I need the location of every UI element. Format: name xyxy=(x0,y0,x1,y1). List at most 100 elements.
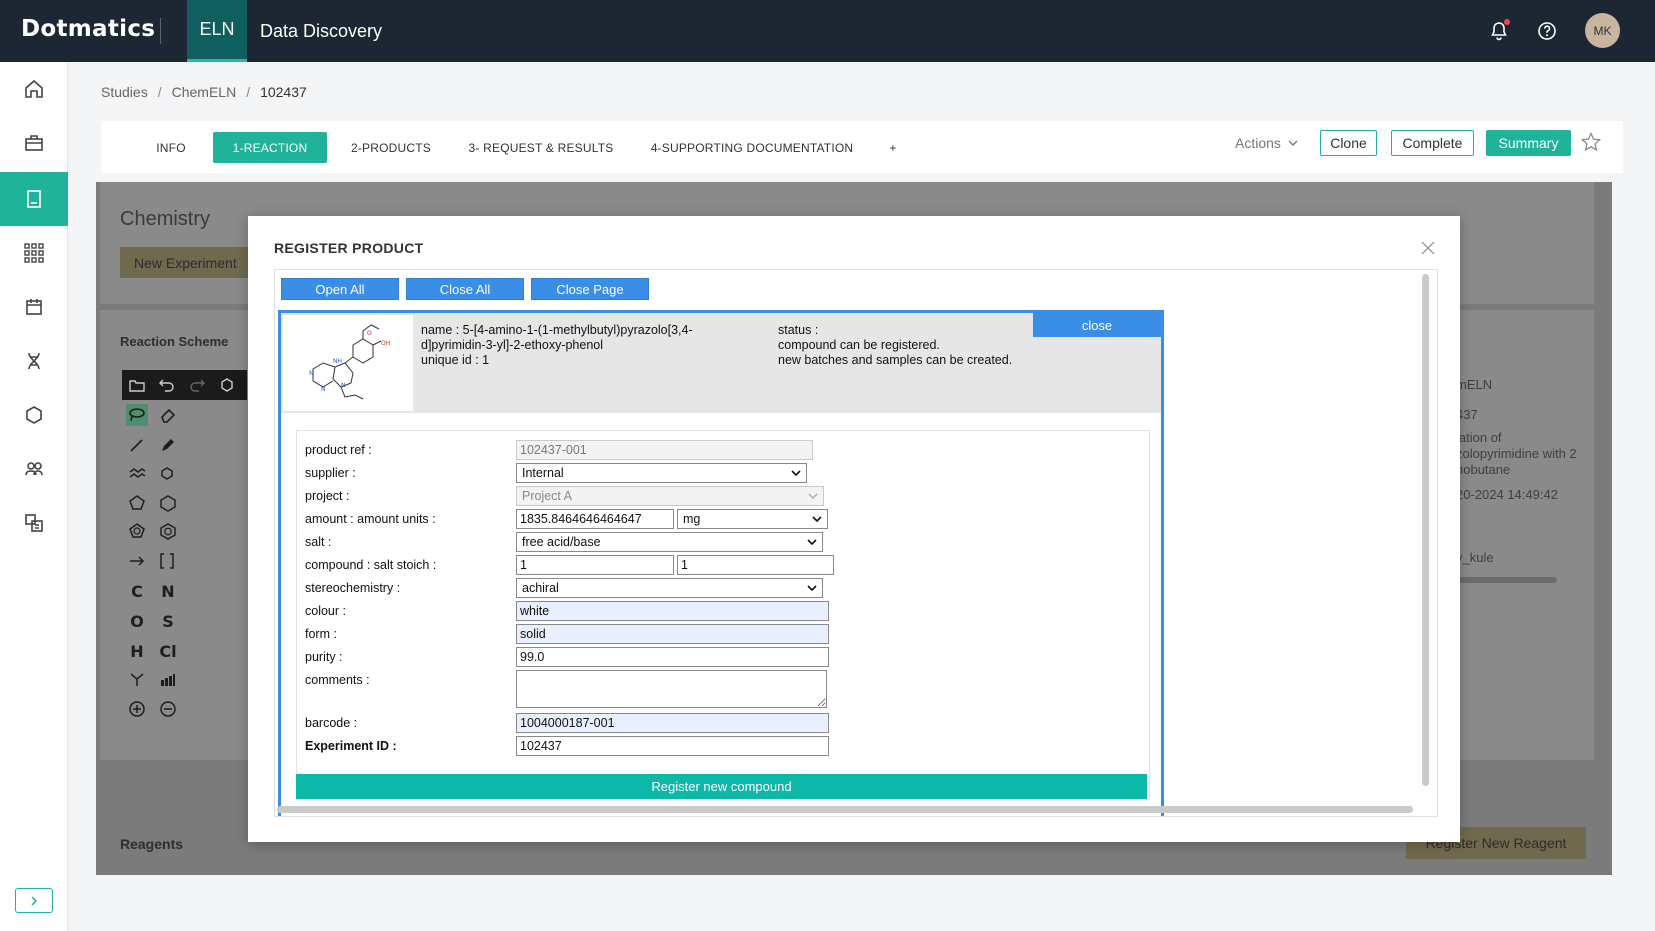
tab-info[interactable]: INFO xyxy=(151,132,191,163)
people-icon[interactable] xyxy=(0,442,68,496)
salt-select[interactable]: free acid/base xyxy=(516,532,823,552)
amount-units-select[interactable]: mg xyxy=(677,509,828,529)
form-row-form: form : xyxy=(297,624,1151,646)
tab-eln[interactable]: ELN xyxy=(187,0,247,62)
tab-request-results[interactable]: 3- REQUEST & RESULTS xyxy=(463,132,619,163)
atom-n-tool[interactable]: N xyxy=(157,580,179,602)
product-ref-input[interactable] xyxy=(516,440,813,460)
colour-input[interactable] xyxy=(516,601,829,621)
compound-stoich-input[interactable] xyxy=(516,555,674,575)
tab-data-discovery[interactable]: Data Discovery xyxy=(260,0,382,62)
tab-products[interactable]: 2-PRODUCTS xyxy=(343,132,439,163)
sketcher-tools: C N O S H Cl xyxy=(122,400,247,740)
chain-icon[interactable] xyxy=(126,462,148,484)
product-ref-label: product ref : xyxy=(305,443,372,457)
favorite-star-icon[interactable] xyxy=(1580,131,1602,158)
chevron-down-icon xyxy=(807,539,817,546)
vertical-scrollbar[interactable] xyxy=(1422,274,1429,786)
form-row-stoich: compound : salt stoich : xyxy=(297,555,1151,577)
tab-supporting-documentation[interactable]: 4-SUPPORTING DOCUMENTATION xyxy=(641,132,863,163)
redo-icon[interactable] xyxy=(186,374,208,396)
periodic-table-icon[interactable] xyxy=(157,668,179,690)
form-label: form : xyxy=(305,627,337,641)
open-all-button[interactable]: Open All xyxy=(281,278,399,300)
summary-button[interactable]: Summary xyxy=(1486,130,1571,156)
product-name-line2: d]pyrimidin-3-yl]-2-ethoxy-phenol xyxy=(421,338,604,352)
clean-structure-icon[interactable] xyxy=(216,374,238,396)
eraser-icon[interactable] xyxy=(157,404,179,426)
purity-input[interactable] xyxy=(516,647,829,667)
side-info-line: y_kule xyxy=(1456,550,1494,565)
breadcrumb-chemeln[interactable]: ChemELN xyxy=(172,84,237,100)
structure-thumbnail[interactable]: NH OH O N N N xyxy=(283,315,413,411)
bracket-icon[interactable] xyxy=(157,550,179,572)
notebook-icon[interactable] xyxy=(0,172,68,226)
grid-icon[interactable] xyxy=(0,226,68,280)
supplier-label: supplier : xyxy=(305,466,356,480)
aromatic-pentagon-icon[interactable] xyxy=(126,520,148,542)
zoom-out-icon[interactable] xyxy=(157,698,179,720)
tab-reaction[interactable]: 1-REACTION xyxy=(213,132,327,163)
horizontal-scrollbar[interactable] xyxy=(277,806,1413,813)
calendar-icon[interactable] xyxy=(0,280,68,334)
breadcrumb-separator: / xyxy=(246,84,251,100)
notification-dot xyxy=(1504,19,1510,25)
product-form: product ref : supplier : Internal projec… xyxy=(296,430,1150,800)
pentagon-icon[interactable] xyxy=(126,492,148,514)
add-tab-button[interactable]: + xyxy=(883,132,903,163)
r-group-icon[interactable] xyxy=(126,668,148,690)
benzene-icon[interactable] xyxy=(157,520,179,542)
actions-dropdown[interactable]: Actions xyxy=(1235,135,1299,151)
atom-c-tool[interactable]: C xyxy=(126,580,148,602)
clone-button[interactable]: Clone xyxy=(1320,130,1377,156)
new-experiment-button[interactable]: New Experiment xyxy=(120,247,260,278)
home-icon[interactable] xyxy=(0,62,68,116)
user-avatar[interactable]: MK xyxy=(1585,13,1620,48)
atom-s-tool[interactable]: S xyxy=(157,610,179,632)
side-scrollbar[interactable] xyxy=(1457,577,1557,583)
close-product-button[interactable]: close xyxy=(1033,313,1161,337)
breadcrumb-studies[interactable]: Studies xyxy=(101,84,148,100)
dotmatics-logo[interactable]: Dotmatics xyxy=(21,16,155,42)
barcode-input[interactable] xyxy=(516,713,829,733)
hexagon-icon[interactable] xyxy=(157,492,179,514)
dna-icon[interactable] xyxy=(0,334,68,388)
zoom-in-icon[interactable] xyxy=(126,698,148,720)
single-bond-icon[interactable] xyxy=(126,434,148,456)
product-status: status : compound can be registered. new… xyxy=(778,323,1012,368)
close-all-button[interactable]: Close All xyxy=(406,278,524,300)
project-label: project : xyxy=(305,489,350,503)
stereochemistry-select[interactable]: achiral xyxy=(516,578,823,598)
undo-icon[interactable] xyxy=(156,374,178,396)
expand-sidebar-button[interactable] xyxy=(15,888,53,913)
reaction-arrow-icon[interactable] xyxy=(126,550,148,572)
molecule-icon[interactable] xyxy=(0,388,68,442)
close-page-button[interactable]: Close Page xyxy=(531,278,649,300)
atom-cl-tool[interactable]: Cl xyxy=(157,640,179,662)
complete-button[interactable]: Complete xyxy=(1391,130,1474,156)
form-row-supplier: supplier : Internal xyxy=(297,463,1151,485)
help-icon[interactable] xyxy=(1534,18,1560,44)
register-new-compound-button[interactable]: Register new compound xyxy=(296,774,1147,799)
experiment-id-input[interactable] xyxy=(516,736,829,756)
form-input[interactable] xyxy=(516,624,829,644)
stereochemistry-label: stereochemistry : xyxy=(305,581,401,595)
salt-stoich-input[interactable] xyxy=(677,555,834,575)
briefcase-icon[interactable] xyxy=(0,116,68,170)
pen-icon[interactable] xyxy=(157,434,179,456)
inventory-icon[interactable] xyxy=(0,496,68,550)
open-file-icon[interactable] xyxy=(126,374,148,396)
chevron-down-icon xyxy=(808,493,818,499)
comments-textarea[interactable] xyxy=(516,670,827,708)
atom-o-tool[interactable]: O xyxy=(126,610,148,632)
lasso-select-icon[interactable] xyxy=(126,404,148,426)
amount-input[interactable] xyxy=(516,509,674,529)
project-select[interactable]: Project A xyxy=(516,486,824,506)
atom-h-tool[interactable]: H xyxy=(126,640,148,662)
close-icon[interactable] xyxy=(1418,238,1438,258)
supplier-select[interactable]: Internal xyxy=(516,463,807,483)
top-bar: Dotmatics ELN Data Discovery MK xyxy=(0,0,1655,62)
template-ring-icon[interactable] xyxy=(157,462,179,484)
notification-bell-icon[interactable] xyxy=(1486,18,1512,44)
form-row-stereochemistry: stereochemistry : achiral xyxy=(297,578,1151,600)
